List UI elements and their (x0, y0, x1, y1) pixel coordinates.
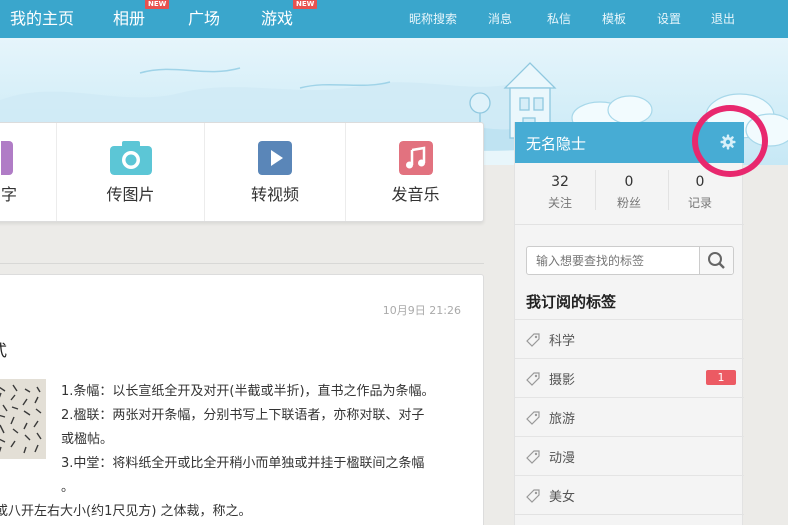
tag-search-input[interactable] (527, 247, 699, 274)
tag-item-science[interactable]: 科学 (515, 319, 744, 358)
post-music-button[interactable]: 发音乐 (346, 123, 485, 221)
post-text-line: 。 (61, 480, 75, 495)
stat-following[interactable]: 32 关注 (522, 174, 598, 211)
nav-settings[interactable]: 设置 (657, 0, 681, 38)
subscribed-tags-title: 我订阅的标签 (526, 293, 617, 311)
new-badge: NEW (293, 0, 318, 9)
sidebar-divider (515, 514, 744, 515)
post-text-line: 或楹帖。 (61, 432, 114, 447)
video-play-icon (258, 141, 292, 175)
calligraphy-thumbnail[interactable] (0, 379, 46, 459)
sidebar-divider (515, 224, 744, 225)
tag-label: 美女 (549, 490, 576, 505)
tag-icon (526, 333, 540, 347)
publish-text-button[interactable]: 字 (0, 123, 56, 221)
share-video-button[interactable]: 转视频 (205, 123, 345, 221)
post-card: 10月9日 21:26 式 1.条幅：以长宣纸全开及对开(半截或半折)，直书之作… (0, 274, 484, 525)
nav-my-home[interactable]: 我的主页 (10, 0, 74, 38)
tag-search-button[interactable] (699, 247, 733, 274)
nav-logout[interactable]: 退出 (711, 0, 735, 38)
publish-toolbar: 字 传图片 转视频 发音乐 (0, 122, 484, 222)
tag-unread-count-badge: 1 (706, 370, 736, 385)
profile-sidebar: 无名隐士 32 关注 0 粉丝 0 记录 输入想要查找的标签 我订阅的标签 科学… (514, 122, 744, 525)
tag-item-travel[interactable]: 旅游 (515, 397, 744, 436)
share-video-label: 转视频 (250, 185, 299, 204)
tag-item-anime[interactable]: 动漫 (515, 436, 744, 475)
tag-label: 摄影 (549, 373, 576, 388)
tag-label: 旅游 (549, 412, 576, 427)
post-title[interactable]: 式 (0, 337, 7, 361)
stat-fans-count: 0 (624, 174, 634, 190)
stat-fans-label: 粉丝 (616, 196, 641, 210)
highlight-circle-annotation (692, 105, 768, 177)
stat-fans[interactable]: 0 粉丝 (591, 174, 667, 211)
top-navigation-bar: 我的主页 相册 NEW 广场 游戏 NEW 昵称搜索 消息 私信 模板 设置 退出 (0, 0, 788, 38)
stat-records-label: 记录 (687, 196, 712, 210)
search-icon (708, 252, 725, 269)
stat-following-label: 关注 (547, 196, 572, 210)
tag-label: 动漫 (549, 451, 576, 466)
nav-album[interactable]: 相册 NEW (113, 0, 170, 38)
nav-square[interactable]: 广场 (188, 0, 220, 38)
nav-nickname-search[interactable]: 昵称搜索 (409, 0, 457, 38)
tag-icon (526, 489, 540, 503)
new-badge: NEW (145, 0, 170, 9)
tag-search-box (526, 246, 734, 275)
nav-private-messages[interactable]: 私信 (547, 0, 571, 38)
post-text-line: 2.楹联：两张对开条幅，分别书写上下联语者，亦称对联、对子 (61, 408, 425, 423)
upload-photo-button[interactable]: 传图片 (57, 123, 204, 221)
nav-album-label: 相册 (113, 9, 146, 28)
tag-label: 科学 (549, 334, 576, 349)
post-text-line: 或八开左右大小(约1尺见方) 之体裁，称之。 (0, 504, 252, 519)
feed-divider (0, 263, 484, 264)
stat-following-count: 32 (551, 174, 569, 190)
calligraphy-image (0, 379, 46, 459)
nav-games[interactable]: 游戏 NEW (261, 0, 318, 38)
post-timestamp[interactable]: 10月9日 21:26 (383, 302, 461, 318)
post-text-line: 1.条幅：以长宣纸全开及对开(半截或半折)，直书之作品为条幅。 (61, 384, 435, 399)
nav-templates[interactable]: 模板 (602, 0, 626, 38)
upload-photo-label: 传图片 (106, 185, 155, 204)
music-icon (398, 141, 433, 175)
stat-records[interactable]: 0 记录 (662, 174, 738, 211)
publish-text-label: 字 (1, 185, 18, 204)
tag-icon (526, 372, 540, 386)
tag-item-photography[interactable]: 摄影 1 (515, 358, 744, 397)
tag-icon (526, 411, 540, 425)
tag-icon (526, 450, 540, 464)
post-music-label: 发音乐 (391, 185, 440, 204)
post-text-line: 3.中堂：将料纸全开或比全开稍小而单独或并挂于楹联间之条幅 (61, 456, 425, 471)
username[interactable]: 无名隐士 (526, 133, 586, 154)
nav-games-label: 游戏 (261, 9, 294, 28)
tag-item-beauty[interactable]: 美女 (515, 475, 744, 514)
camera-icon (109, 141, 152, 175)
text-icon (1, 141, 13, 175)
nav-messages[interactable]: 消息 (488, 0, 512, 38)
